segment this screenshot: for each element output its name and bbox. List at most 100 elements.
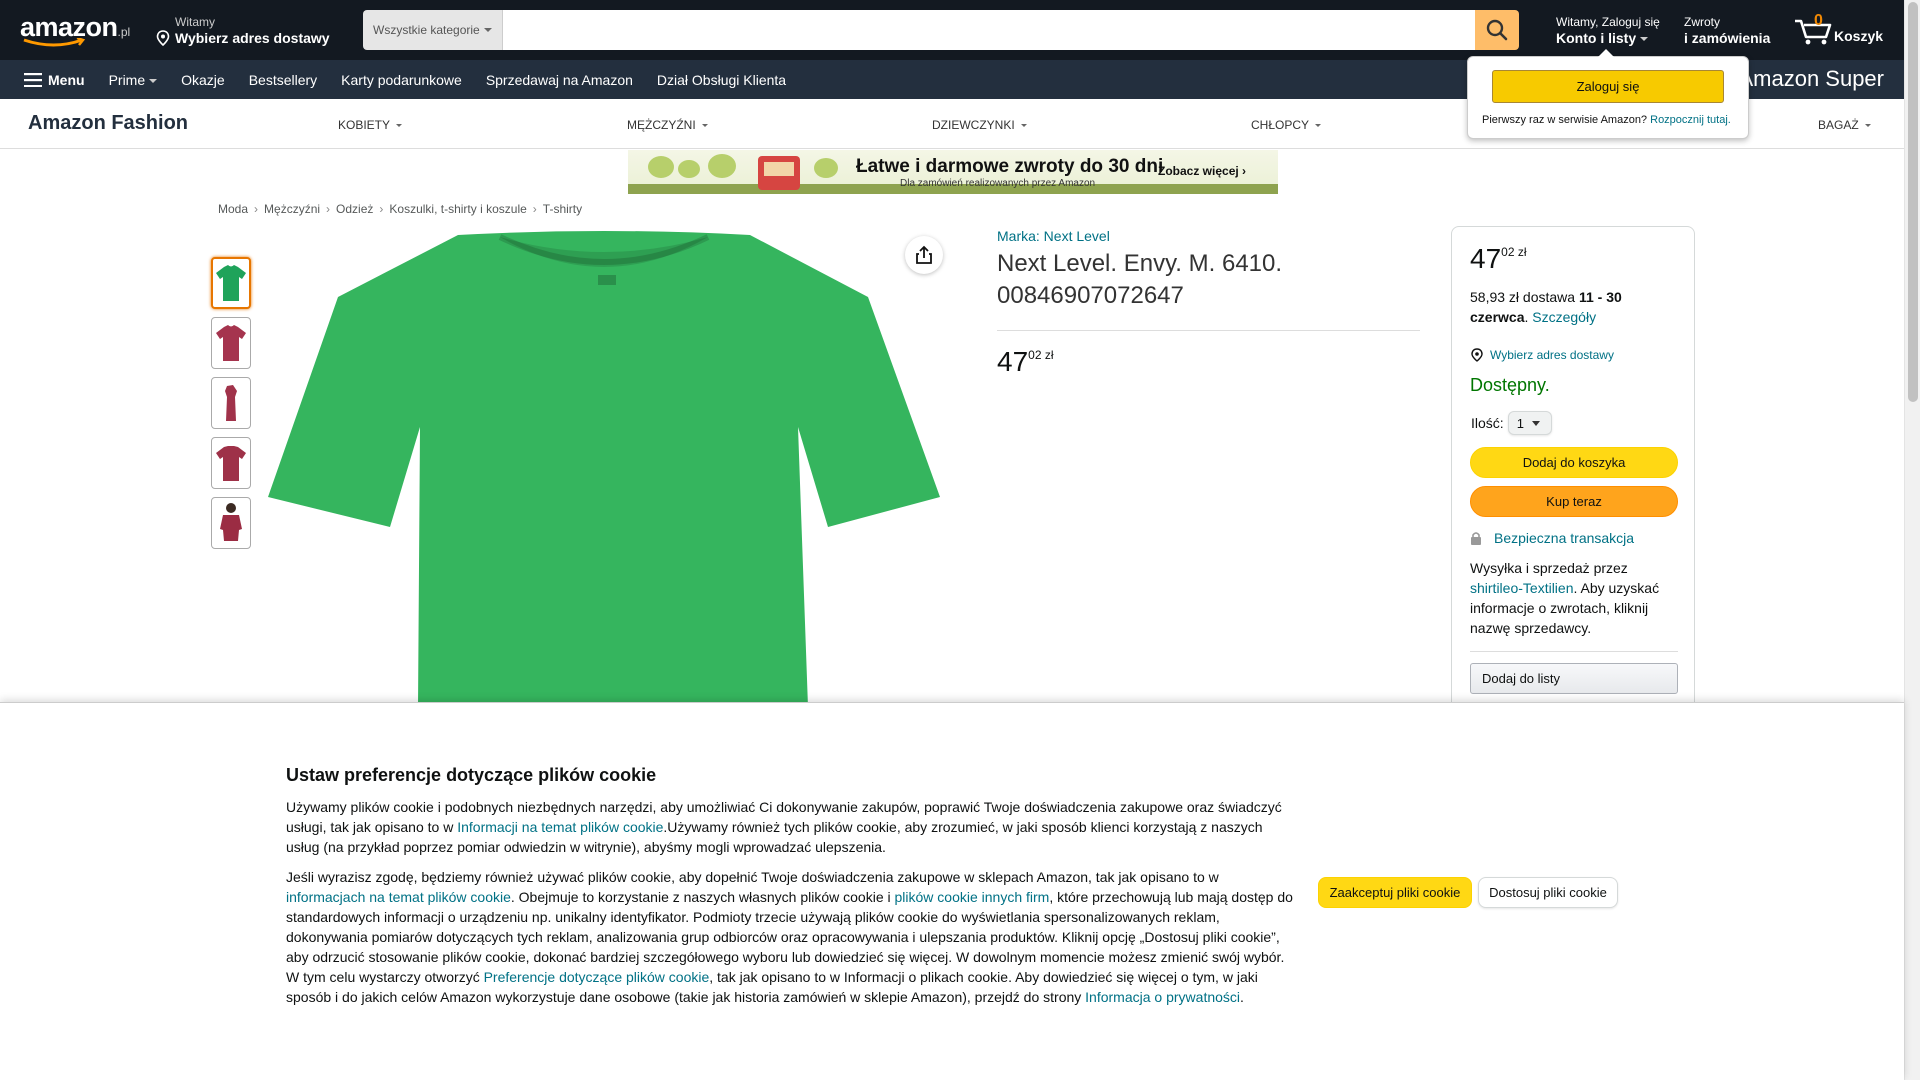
- delivery-details-link[interactable]: Szczegóły: [1532, 309, 1596, 325]
- logo-smile-icon: [23, 38, 86, 47]
- search-category-label: Wszystkie kategorie: [373, 23, 480, 37]
- cookie-info-link[interactable]: informacjach na temat plików cookie: [286, 889, 511, 905]
- cookie-info-link[interactable]: Informacji na temat plików cookie: [457, 819, 663, 835]
- product-main-image[interactable]: [268, 227, 940, 707]
- nav-item-gift-cards[interactable]: Karty podarunkowe: [329, 72, 474, 88]
- signin-button[interactable]: Zaloguj się: [1492, 70, 1724, 103]
- returns-orders[interactable]: Zwroty i zamówienia: [1684, 14, 1770, 46]
- start-here-link[interactable]: Rozpocznij tutaj.: [1650, 114, 1731, 126]
- choose-address[interactable]: Wybierz adres dostawy: [1470, 348, 1614, 362]
- seller-info: Wysyłka i sprzedaż przez shirtileo-Texti…: [1470, 558, 1682, 638]
- customize-cookies-button[interactable]: Dostosuj pliki cookie: [1478, 877, 1618, 908]
- page-scrollbar[interactable]: [1904, 0, 1920, 1080]
- thumbnail-4[interactable]: [211, 437, 251, 489]
- delivery-info: 58,93 zł dostawa 11 - 30 czerwca. Szczeg…: [1470, 289, 1622, 325]
- secure-transaction[interactable]: Bezpieczna transakcja: [1470, 530, 1634, 546]
- product-price: 4702 zł: [997, 348, 1054, 376]
- search-icon: [1486, 19, 1508, 41]
- breadcrumb-item[interactable]: Koszulki, t-shirty i koszule: [389, 202, 526, 216]
- fashion-cat-boys[interactable]: CHŁOPCY: [1251, 118, 1322, 132]
- search-bar: Wszystkie kategorie: [363, 10, 1519, 50]
- thumbnail-2[interactable]: [211, 317, 251, 369]
- thumbnail-list: [211, 257, 251, 557]
- cart-label: Koszyk: [1834, 28, 1884, 44]
- price-whole: 47: [1470, 243, 1502, 274]
- cookie-text: . Obejmuje to korzystanie z naszych włas…: [510, 889, 895, 905]
- deliver-to[interactable]: Witamy Wybierz adres dostawy: [156, 14, 330, 46]
- tree-decoration: [648, 156, 674, 178]
- menu-label: Menu: [48, 71, 85, 88]
- tshirt-side-thumbnail-icon: [225, 385, 237, 421]
- buy-box: 4702 zł 58,93 zł dostawa 11 - 30 czerwca…: [1451, 226, 1695, 726]
- deliver-greeting: Witamy: [175, 15, 215, 29]
- nav-item-bestsellers[interactable]: Bestsellery: [237, 72, 329, 88]
- fashion-logo[interactable]: Amazon Fashion: [28, 112, 188, 135]
- nav-item-prime[interactable]: Prime: [97, 72, 170, 88]
- cookie-text: Jeśli wyrazisz zgodę, będziemy również u…: [286, 869, 1219, 885]
- third-party-cookies-link[interactable]: plików cookie innych firm: [895, 889, 1050, 905]
- account-lists[interactable]: Witamy, Zaloguj się Konto i listy: [1556, 14, 1660, 46]
- nav-item-deals[interactable]: Okazje: [169, 72, 237, 88]
- divider: [1470, 651, 1678, 652]
- orders-label: i zamówienia: [1684, 30, 1771, 46]
- divider: [997, 330, 1420, 331]
- nav-item-customer-service[interactable]: Dział Obsługi Klienta: [645, 72, 798, 88]
- breadcrumb-item[interactable]: Mężczyźni: [264, 202, 320, 216]
- cookie-preferences-link[interactable]: Preferencje dotyczące plików cookie: [484, 969, 710, 985]
- banner-cta[interactable]: Zobacz więcej ›: [1158, 164, 1246, 178]
- quantity-dropdown[interactable]: 1: [1507, 411, 1552, 435]
- breadcrumb-item[interactable]: T-shirty: [543, 202, 582, 216]
- tshirt-thumbnail-icon: [216, 265, 246, 301]
- accept-cookies-button[interactable]: Zaakceptuj pliki cookie: [1318, 877, 1472, 908]
- fashion-cat-label: DZIEWCZYNKI: [932, 118, 1015, 132]
- hamburger-menu-button[interactable]: Menu: [18, 72, 97, 88]
- cookie-consent-panel: Ustaw preferencje dotyczące plików cooki…: [0, 702, 1904, 1080]
- nav-item-sell[interactable]: Sprzedawaj na Amazon: [474, 72, 645, 88]
- hamburger-icon: [24, 72, 42, 87]
- top-nav: amazon.pl Witamy Wybierz adres dostawy W…: [0, 0, 1904, 60]
- fashion-cat-luggage[interactable]: BAGAŻ: [1818, 118, 1871, 132]
- scrollbar-thumb[interactable]: [1908, 2, 1918, 402]
- fashion-cat-women[interactable]: KOBIETY: [338, 118, 403, 132]
- secure-transaction-label: Bezpieczna transakcja: [1494, 530, 1635, 546]
- search-input[interactable]: [503, 10, 1475, 50]
- fashion-cat-label: KOBIETY: [338, 118, 391, 132]
- fashion-cat-men[interactable]: MĘŻCZYŹNI: [627, 118, 708, 132]
- chevron-down-icon: [701, 124, 708, 128]
- buybox-price: 4702 zł: [1470, 245, 1527, 273]
- thumbnail-3[interactable]: [211, 377, 251, 429]
- delivery-van-illustration: [758, 156, 800, 190]
- chevron-down-icon: [149, 78, 158, 83]
- breadcrumb: Moda › Mężczyźni › Odzież › Koszulki, t-shi…: [218, 202, 582, 216]
- model-thumbnail-icon: [220, 503, 242, 541]
- breadcrumb-item[interactable]: Moda: [218, 202, 248, 216]
- cart-count: 0: [1814, 12, 1823, 29]
- seller-link[interactable]: shirtileo-Textilien: [1470, 580, 1573, 596]
- fashion-cat-label: CHŁOPCY: [1251, 118, 1310, 132]
- buy-now-button[interactable]: Kup teraz: [1470, 486, 1678, 517]
- chevron-down-icon: [1315, 124, 1322, 128]
- account-greeting: Witamy, Zaloguj się: [1556, 15, 1660, 29]
- search-button[interactable]: [1475, 10, 1519, 50]
- price-fraction: 02: [1501, 245, 1515, 259]
- account-label: Konto i listy: [1556, 30, 1637, 46]
- quantity-label: Ilość:: [1471, 415, 1504, 431]
- cart-button[interactable]: 0 Koszyk: [1794, 12, 1884, 48]
- privacy-notice-link[interactable]: Informacja o prywatności: [1085, 989, 1240, 1005]
- cookie-title: Ustaw preferencje dotyczące plików cooki…: [286, 765, 657, 785]
- add-to-cart-button[interactable]: Dodaj do koszyka: [1470, 447, 1678, 478]
- share-button[interactable]: [905, 236, 943, 274]
- amazon-logo[interactable]: amazon.pl: [20, 12, 138, 48]
- fashion-cat-girls[interactable]: DZIEWCZYNKI: [932, 118, 1027, 132]
- thumbnail-5[interactable]: [211, 497, 251, 549]
- brand-link[interactable]: Marka: Next Level: [997, 228, 1110, 244]
- chevron-down-icon: [1864, 124, 1871, 128]
- cookie-text: .: [1240, 989, 1244, 1005]
- add-to-list-button[interactable]: Dodaj do listy: [1470, 663, 1678, 694]
- thumbnail-1[interactable]: [211, 257, 251, 309]
- prime-promo-text[interactable]: Amazon Super: [1738, 66, 1884, 92]
- breadcrumb-item[interactable]: Odzież: [336, 202, 373, 216]
- tree-decoration: [708, 154, 736, 178]
- search-category-select[interactable]: Wszystkie kategorie: [363, 10, 503, 50]
- returns-promo-banner[interactable]: Łatwe i darmowe zwroty do 30 dni Dla zam…: [628, 150, 1278, 194]
